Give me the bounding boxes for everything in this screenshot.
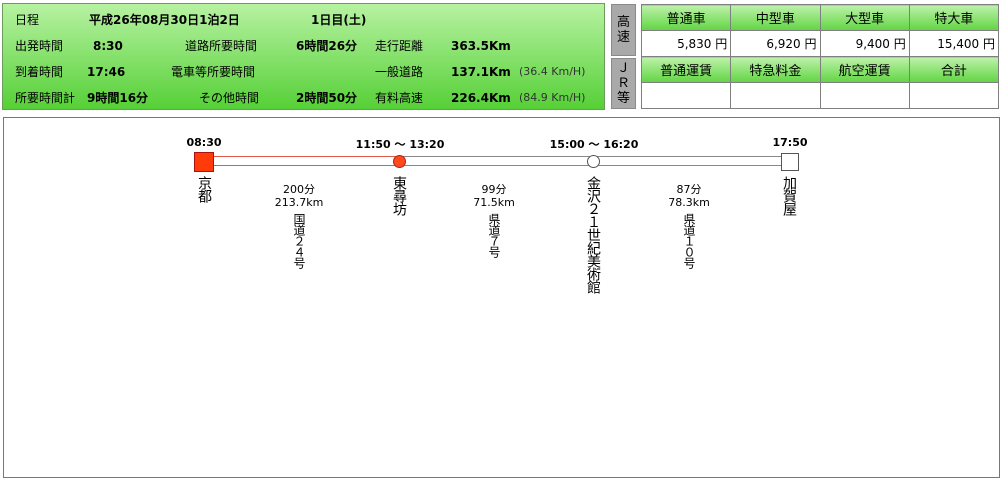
expressway-label: 高 速 — [611, 4, 636, 56]
stop-marker-1[interactable] — [393, 155, 406, 168]
segment-1-road: 国道２４号 — [292, 213, 306, 268]
distance-label: 走行距離 — [375, 39, 424, 53]
route-diagram: 08:30 11:50 ～ 13:20 15:00 ～ 16:20 17:50 … — [3, 117, 1000, 478]
fare-large-car: 9,400 円 — [819, 30, 910, 57]
road-time-label: 道路所要時間 — [185, 39, 258, 53]
stop-name-start[interactable]: 京都 — [196, 176, 212, 202]
general-road-speed: (36.4 Km/H) — [519, 65, 586, 78]
route-segment-1[interactable] — [214, 156, 400, 166]
fare-header-extra-large-car: 特大車 — [908, 4, 1000, 31]
fare-header-large-car: 大型車 — [819, 4, 910, 31]
trip-summary-panel: 日程 平成26年08月30日1泊2日 1日目(土) 出発時間 8:30 道路所要… — [2, 3, 605, 110]
train-time-label: 電車等所要時間 — [171, 65, 256, 79]
depart-label: 出発時間 — [15, 39, 64, 53]
vehicle-value-row: 5,830 円 6,920 円 9,400 円 15,400 円 — [640, 30, 1000, 57]
segment-1-distance: 213.7km — [274, 196, 324, 209]
segment-1-minutes: 200分 — [283, 183, 315, 196]
schedule-date: 平成26年08月30日1泊2日 — [89, 13, 240, 27]
other-header-row: 普通運賃 特急料金 航空運賃 合計 — [640, 56, 1000, 83]
fare-regular — [640, 82, 732, 109]
jr-char: Ｊ — [616, 61, 630, 76]
depart-time: 8:30 — [93, 39, 123, 53]
fare-header-total: 合計 — [908, 56, 1000, 83]
route-segment-2[interactable] — [400, 156, 594, 166]
arrive-label: 到着時間 — [15, 65, 64, 79]
arrive-time: 17:46 — [87, 65, 126, 79]
other-time-label: その他時間 — [199, 91, 260, 105]
toll-label: 有料高速 — [375, 91, 424, 105]
vehicle-header-row: 普通車 中型車 大型車 特大車 — [640, 4, 1000, 31]
total-time: 9時間16分 — [87, 91, 149, 105]
stop-time-start: 08:30 — [186, 136, 222, 149]
fare-extra-large-car: 15,400 円 — [908, 30, 1000, 57]
segment-2-minutes: 99分 — [481, 183, 507, 196]
toll-distance: 226.4Km — [451, 91, 511, 105]
fare-express — [730, 82, 821, 109]
fare-header-express-fee: 特急料金 — [730, 56, 821, 83]
segment-3-road: 県道１０号 — [682, 213, 696, 268]
day-label: 1日目(土) — [311, 13, 367, 27]
stop-name-end[interactable]: 加賀屋 — [781, 176, 797, 215]
fare-air — [819, 82, 910, 109]
stop-time-1: 11:50 ～ 13:20 — [355, 138, 445, 151]
distance: 363.5Km — [451, 39, 511, 53]
other-value-row — [640, 82, 1000, 109]
fare-header-regular-fare: 普通運賃 — [640, 56, 732, 83]
fare-header-air-fare: 航空運賃 — [819, 56, 910, 83]
fare-midsize-car: 6,920 円 — [730, 30, 821, 57]
stop-marker-2[interactable] — [587, 155, 600, 168]
general-road-label: 一般道路 — [375, 65, 424, 79]
fare-table: 普通車 中型車 大型車 特大車 5,830 円 6,920 円 9,400 円 … — [640, 4, 1000, 109]
fare-standard-car: 5,830 円 — [640, 30, 732, 57]
fare-header-midsize-car: 中型車 — [730, 4, 821, 31]
expressway-char: 速 — [616, 30, 630, 45]
toll-speed: (84.9 Km/H) — [519, 91, 586, 104]
stop-name-2[interactable]: 金沢２１世紀美術館 — [585, 176, 601, 293]
schedule-label: 日程 — [15, 13, 40, 27]
other-time: 2時間50分 — [296, 91, 358, 105]
segment-2-road: 県道７号 — [487, 213, 501, 257]
segment-2-distance: 71.5km — [473, 196, 515, 209]
fare-header-standard-car: 普通車 — [640, 4, 732, 31]
segment-3-distance: 78.3km — [668, 196, 710, 209]
stop-name-1[interactable]: 東尋坊 — [391, 176, 407, 215]
stop-time-end: 17:50 — [772, 136, 808, 149]
segment-3-minutes: 87分 — [676, 183, 702, 196]
jr-char: 等 — [616, 91, 630, 106]
start-marker[interactable] — [194, 152, 214, 172]
road-time: 6時間26分 — [296, 39, 358, 53]
expressway-char: 高 — [616, 15, 630, 30]
jr-label: Ｊ Ｒ 等 — [611, 58, 636, 109]
jr-char: Ｒ — [616, 76, 630, 91]
end-marker[interactable] — [781, 153, 799, 171]
route-segment-3[interactable] — [594, 156, 790, 166]
general-road-distance: 137.1Km — [451, 65, 511, 79]
stop-time-2: 15:00 ～ 16:20 — [549, 138, 639, 151]
total-time-label: 所要時間計 — [15, 91, 76, 105]
fare-total — [908, 82, 1000, 109]
